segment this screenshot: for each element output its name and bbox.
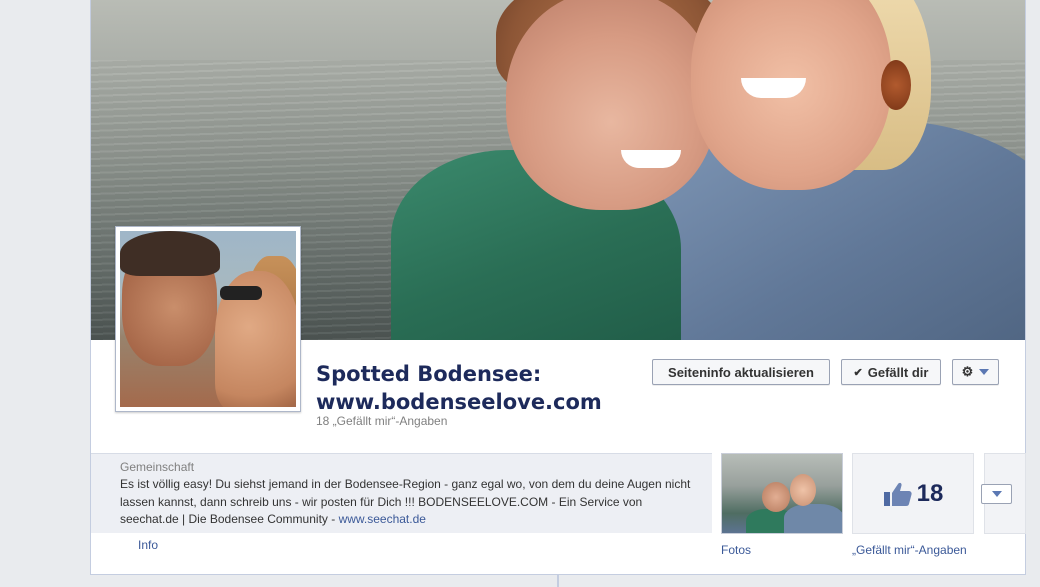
page-title[interactable]: Spotted Bodensee: www.bodenseelove.com bbox=[316, 360, 602, 416]
chevron-down-icon bbox=[991, 491, 1002, 497]
profile-man-hair bbox=[120, 231, 220, 276]
gear-icon: ⚙ bbox=[961, 364, 974, 379]
cover-person-left-face bbox=[506, 0, 716, 210]
settings-dropdown-button[interactable]: ⚙ bbox=[952, 359, 999, 385]
cover-smile-left bbox=[621, 150, 681, 168]
profile-picture-image bbox=[120, 231, 296, 407]
likes-count-text: 18 „Gefällt mir“-Angaben bbox=[316, 414, 448, 428]
likes-box-count: 18 bbox=[916, 479, 944, 507]
update-page-info-label: Seiteninfo aktualisieren bbox=[668, 364, 814, 380]
thumb-person-right-face bbox=[790, 474, 816, 506]
thumb-person-right-body bbox=[784, 504, 842, 533]
page-title-line2: www.bodenseelove.com bbox=[316, 390, 602, 414]
chevron-down-icon bbox=[979, 369, 990, 375]
liked-button[interactable]: ✔ Gefällt dir bbox=[841, 359, 941, 385]
more-apps-button[interactable] bbox=[981, 484, 1012, 504]
page-description: Es ist völlig easy! Du siehst jemand in … bbox=[120, 476, 700, 529]
website-link[interactable]: www.seechat.de bbox=[339, 512, 426, 526]
profile-sunglasses bbox=[220, 286, 262, 300]
photos-link[interactable]: Fotos bbox=[721, 543, 751, 557]
page-title-line1: Spotted Bodensee: bbox=[316, 362, 542, 386]
page-category: Gemeinschaft bbox=[120, 460, 195, 474]
timeline-divider bbox=[557, 575, 559, 587]
profile-picture[interactable] bbox=[115, 226, 301, 412]
photos-thumbnail[interactable] bbox=[721, 453, 843, 534]
cover-smile-right bbox=[741, 78, 806, 98]
cover-earring bbox=[881, 60, 911, 110]
thumbs-up-icon bbox=[883, 482, 912, 506]
info-link[interactable]: Info bbox=[138, 538, 158, 552]
update-page-info-button[interactable]: Seiteninfo aktualisieren bbox=[652, 359, 830, 385]
checkmark-icon: ✔ bbox=[853, 366, 863, 379]
liked-label: Gefällt dir bbox=[867, 364, 929, 380]
thumb-person-left-face bbox=[762, 482, 790, 512]
likes-box[interactable]: 18 bbox=[852, 453, 974, 534]
likes-link[interactable]: „Gefällt mir“-Angaben bbox=[852, 543, 967, 557]
